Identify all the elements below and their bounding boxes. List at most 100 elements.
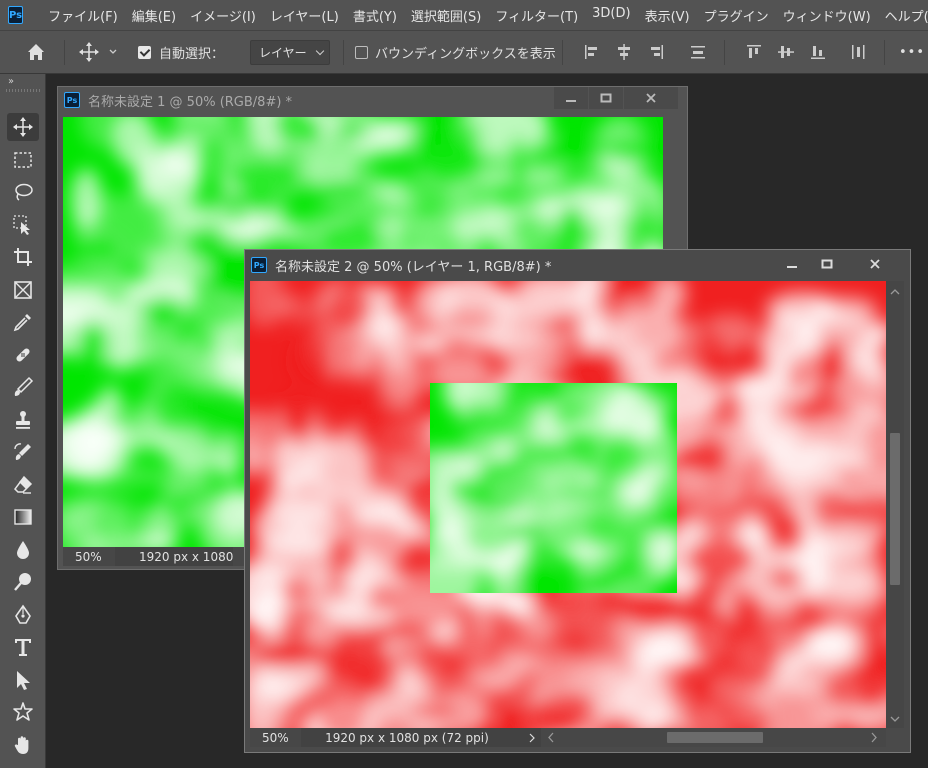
pen-tool[interactable] [7,601,39,629]
photoshop-logo: Ps [8,6,24,24]
menu-bar: Ps ファイル(F) 編集(E) イメージ(I) レイヤー(L) 書式(Y) 選択範囲(S… [0,0,928,30]
minimize-icon [566,100,576,102]
panel-grip[interactable] [6,89,40,92]
document-2-minimize-button[interactable] [775,252,809,276]
object-select-tool[interactable] [7,211,39,239]
document-1-dimensions: 1920 px x 1080 [115,547,234,566]
horizontal-scroll-thumb[interactable] [667,732,763,743]
vertical-scroll-thumb[interactable] [890,433,900,585]
scroll-down-icon[interactable] [886,712,904,726]
chevron-down-icon [315,46,325,56]
menu-item[interactable]: 選択範囲(S) [404,6,488,25]
type-tool[interactable] [7,633,39,661]
align-vcenter-icon [778,46,794,58]
auto-select-checkbox[interactable] [138,45,151,59]
distribute-vertical-icon [691,46,705,59]
document-1-zoom[interactable]: 50% [63,550,115,564]
menu-item[interactable]: ヘルプ(H) [878,6,928,25]
scroll-right-icon[interactable] [868,728,880,747]
healing-brush-tool[interactable] [7,341,39,369]
brush-tool[interactable] [7,373,39,401]
tools-panel: ›› [0,74,46,768]
menu-item[interactable]: ファイル(F) [41,6,125,25]
rect-marquee-icon [14,151,32,168]
gradient-tool[interactable] [7,503,39,531]
document-2-horizontal-scrollbar[interactable] [541,728,886,747]
document-window-2[interactable]: Ps 名称未設定 2 @ 50% (レイヤー 1, RGB/8#) * 50% … [244,249,911,753]
stamp-tool[interactable] [7,406,39,434]
home-button[interactable] [18,31,54,73]
eyedropper-tool[interactable] [7,308,39,336]
menu-item[interactable]: レイヤー(L) [263,6,346,25]
move-tool-preset-button[interactable] [72,31,124,73]
menu-item[interactable]: 表示(V) [638,6,697,25]
gradient-icon [14,509,32,525]
document-1-close-button[interactable] [624,87,678,109]
close-icon [646,93,656,103]
chevron-down-icon [109,49,117,54]
path-select-tool[interactable] [7,666,39,694]
align-top-icon [747,45,761,58]
menu-item[interactable]: イメージ(I) [183,6,263,25]
frame-tool[interactable] [7,276,39,304]
pen-icon [15,604,31,624]
blur-tool[interactable] [7,536,39,564]
green-layer-1[interactable] [430,383,677,593]
document-2-title: 名称未設定 2 @ 50% (レイヤー 1, RGB/8#) * [275,259,552,275]
move-icon [13,117,33,137]
distribute-horizontal-button[interactable] [846,31,870,73]
more-options-button[interactable]: ••• [898,31,926,73]
align-vertical-center-button[interactable] [774,31,798,73]
move-tool[interactable] [7,113,39,141]
restore-icon [600,93,612,103]
scroll-up-icon[interactable] [886,285,904,299]
document-ps-icon: Ps [251,257,267,273]
menu-item[interactable]: フィルター(T) [488,6,585,25]
rect-marquee-tool[interactable] [7,146,39,174]
document-2-canvas[interactable] [250,281,886,728]
align-horizontal-center-button[interactable] [612,31,636,73]
hand-tool[interactable] [7,731,39,759]
eraser-tool[interactable] [7,471,39,499]
history-brush-tool[interactable] [7,438,39,466]
document-2-close-button[interactable] [845,252,905,276]
eraser-icon [14,475,33,494]
distribute-horizontal-icon [852,45,865,59]
status-menu-arrow-button[interactable] [523,728,541,747]
stamp-icon [16,410,30,429]
hand-icon [14,735,29,754]
document-2-restore-button[interactable] [810,252,844,276]
bounding-box-group[interactable]: バウンディングボックスを表示 [355,31,556,73]
history-brush-icon [14,443,31,460]
align-top-button[interactable] [742,31,766,73]
close-icon [870,259,880,269]
menu-item[interactable]: プラグイン [697,6,776,25]
document-1-minimize-button[interactable] [554,87,588,109]
menu-item[interactable]: 3D(D) [585,6,637,25]
auto-select-target-dropdown[interactable]: レイヤー [250,40,330,65]
collapse-toolbar-button[interactable]: ›› [8,76,14,87]
document-1-restore-button[interactable] [589,87,623,109]
scroll-left-icon[interactable] [545,728,557,747]
align-left-icon [585,45,597,59]
crop-tool[interactable] [7,243,39,271]
menu-item[interactable]: ウィンドウ(W) [776,6,878,25]
document-2-zoom[interactable]: 50% [250,731,301,745]
options-bar: 自動選択： レイヤー バウンディングボックスを表示 ••• [0,30,928,74]
align-bottom-button[interactable] [806,31,830,73]
menu-item[interactable]: 書式(Y) [346,6,404,25]
bounding-box-checkbox[interactable] [355,45,368,59]
move-icon [79,42,99,62]
dodge-tool[interactable] [7,568,39,596]
document-2-vertical-scrollbar[interactable] [886,281,904,728]
minimize-icon [787,266,797,268]
align-left-button[interactable] [580,31,604,73]
lasso-tool[interactable] [7,178,39,206]
align-bottom-icon [811,46,825,59]
eyedropper-icon [13,314,31,332]
distribute-vertical-button[interactable] [686,31,710,73]
menu-item[interactable]: 編集(E) [125,6,183,25]
auto-select-group[interactable]: 自動選択： [138,31,224,73]
shape-tool[interactable] [7,698,39,726]
align-right-button[interactable] [644,31,668,73]
